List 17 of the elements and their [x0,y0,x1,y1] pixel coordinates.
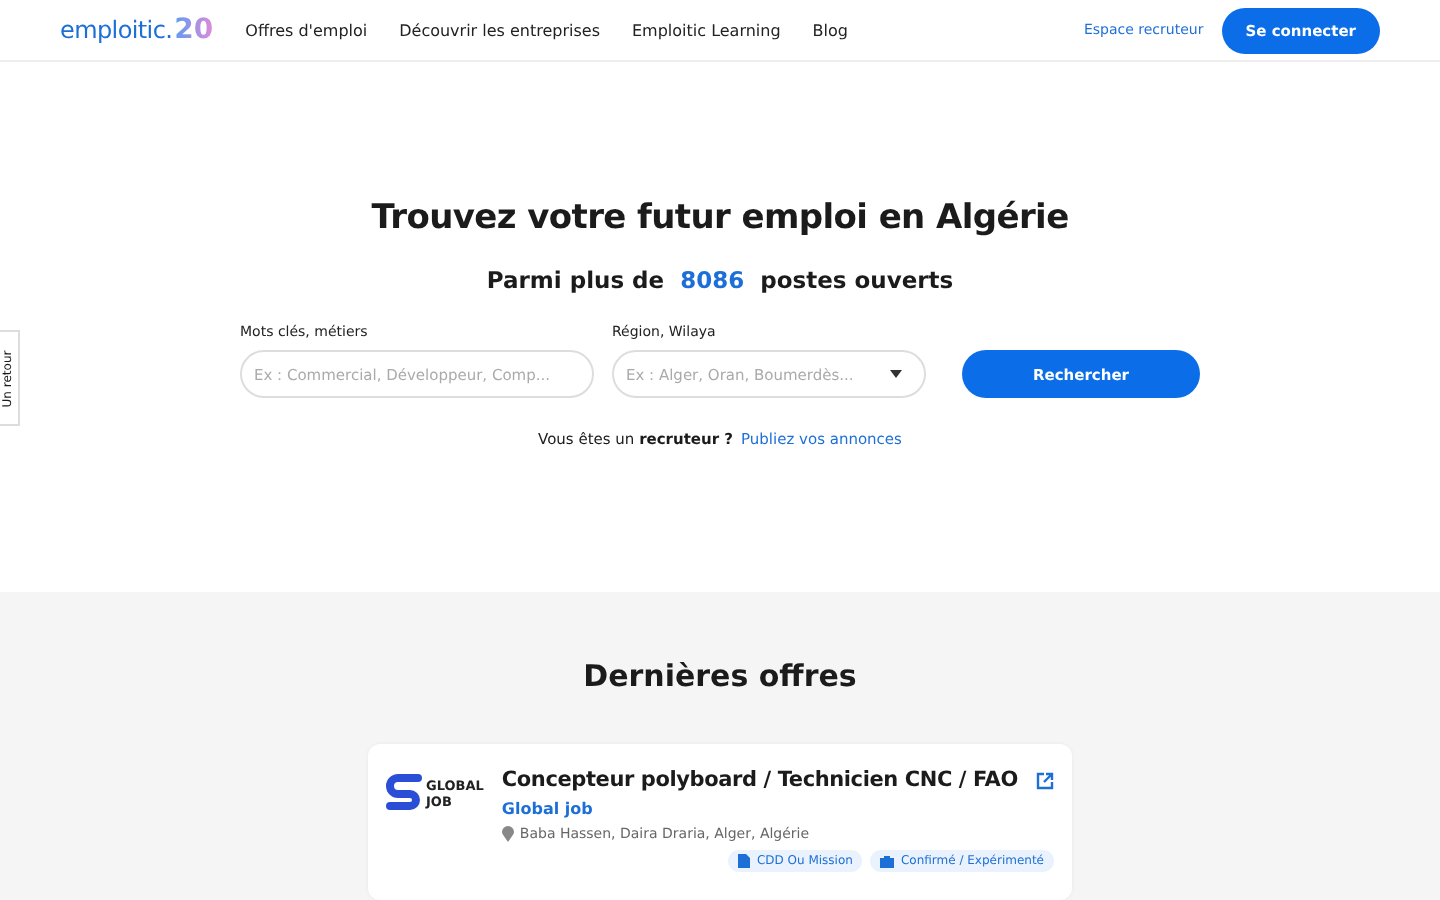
nav-link[interactable]: Offres d'emploi [245,21,368,39]
job-count: 8086 [680,266,745,294]
hero-title: Trouvez votre futur emploi en Algérie [371,198,1069,238]
briefcase-icon [880,855,895,867]
external-link-icon[interactable] [1036,771,1054,789]
job-title[interactable]: Concepteur polyboard / Technicien CNC / FAO [501,768,1018,792]
nav-link[interactable]: Emploitic Learning [632,21,781,39]
subtitle-text: postes ouverts [760,266,954,294]
location-pin-icon [501,826,514,842]
nav-link[interactable]: Blog [812,21,848,39]
subtitle-text: Parmi plus de [486,266,665,294]
nav-link[interactable]: Découvrir les entreprises [399,21,600,39]
document-icon [738,854,751,868]
company-name[interactable]: Global job [501,800,1054,818]
section-title: Dernières offres [583,658,857,694]
logo[interactable]: emploitic.20 [60,14,214,46]
caret-icon [890,370,902,378]
